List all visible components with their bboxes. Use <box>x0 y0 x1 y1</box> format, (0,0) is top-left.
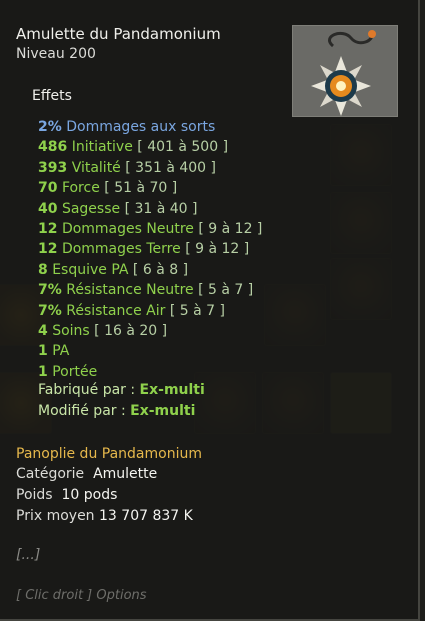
category-row: Catégorie Amulette <box>16 466 157 482</box>
modified-by-label: Modifié par : <box>38 403 126 419</box>
effect-name: Portée <box>52 363 98 380</box>
weight-label: Poids <box>16 487 53 503</box>
category-label: Catégorie <box>16 466 85 482</box>
effect-range: [ 16 à 20 ] <box>94 322 168 339</box>
item-tooltip: Amulette du Pandamonium Niveau 200 Effet… <box>0 0 420 621</box>
effect-name: Sagesse <box>61 200 121 217</box>
effect-range: [ 351 à 400 ] <box>125 159 216 176</box>
category-value: Amulette <box>93 466 158 482</box>
effect-value: 4 <box>38 322 48 339</box>
effect-value: 393 <box>38 159 68 176</box>
effect-range: [ 6 à 8 ] <box>132 261 189 278</box>
effect-range: [ 5 à 7 ] <box>198 282 254 299</box>
effect-row: 4 Soins [ 16 à 20 ] <box>38 321 262 341</box>
crafted-by-value: Ex-multi <box>139 382 205 398</box>
price-row: Prix moyen 13 707 837 K <box>16 508 193 524</box>
item-level: Niveau 200 <box>16 46 96 62</box>
effect-value: 8 <box>38 261 48 278</box>
effect-value: 486 <box>38 139 68 156</box>
effect-row: 7% Résistance Neutre [ 5 à 7 ] <box>38 280 262 300</box>
effect-value: 7% <box>38 282 62 299</box>
crafted-by: Fabriqué par : Ex-multi <box>38 382 205 398</box>
effect-row: 486 Initiative [ 401 à 500 ] <box>38 137 262 157</box>
effect-row: 7% Résistance Air [ 5 à 7 ] <box>38 301 262 321</box>
effect-row: 2% Dommages aux sorts <box>38 117 262 137</box>
effect-name: Dommages Terre <box>61 241 181 258</box>
effect-value: 1 <box>38 343 48 360</box>
price-value: 13 707 837 K <box>99 508 193 524</box>
effect-value: 70 <box>38 180 58 197</box>
effect-name: Dommages Neutre <box>61 220 194 237</box>
effect-row: 70 Force [ 51 à 70 ] <box>38 178 262 198</box>
effect-value: 1 <box>38 363 48 380</box>
price-label: Prix moyen <box>16 508 95 524</box>
right-click-hint: [ Clic droit ] Options <box>16 588 147 603</box>
modified-by: Modifié par : Ex-multi <box>38 403 195 419</box>
effect-row: 8 Esquive PA [ 6 à 8 ] <box>38 260 262 280</box>
effect-name: Vitalité <box>71 159 121 176</box>
effect-name: Force <box>61 180 100 197</box>
effect-value: 12 <box>38 220 58 237</box>
effect-range: [ 9 à 12 ] <box>198 220 263 237</box>
crafted-by-label: Fabriqué par : <box>38 382 136 398</box>
effect-value: 2% <box>38 119 62 135</box>
effect-range: [ 401 à 500 ] <box>137 139 229 156</box>
effect-value: 40 <box>38 200 58 217</box>
effect-name: Résistance Neutre <box>66 282 194 299</box>
item-set-name: Panoplie du Pandamonium <box>16 446 202 462</box>
modified-by-value: Ex-multi <box>130 403 196 419</box>
effects-list: 2% Dommages aux sorts 486 Initiative [ 40… <box>38 117 262 382</box>
effect-range: [ 51 à 70 ] <box>104 180 178 197</box>
effect-row: 1 PA <box>38 341 262 361</box>
effect-range: [ 31 à 40 ] <box>124 200 198 217</box>
weight-value: 10 pods <box>61 487 118 503</box>
effect-name: Dommages aux sorts <box>66 119 216 135</box>
effect-name: Initiative <box>71 139 133 156</box>
effect-value: 12 <box>38 241 58 258</box>
spiked-amulet-icon <box>292 25 398 117</box>
effect-value: 7% <box>38 302 62 319</box>
effect-row: 12 Dommages Terre [ 9 à 12 ] <box>38 239 262 259</box>
effect-name: Résistance Air <box>66 302 166 319</box>
weight-row: Poids 10 pods <box>16 487 117 503</box>
effect-row: 393 Vitalité [ 351 à 400 ] <box>38 158 262 178</box>
effect-range: [ 9 à 12 ] <box>185 241 250 258</box>
effect-name: Soins <box>52 322 90 339</box>
effect-range: [ 5 à 7 ] <box>169 302 225 319</box>
effect-name: Esquive PA <box>52 261 129 278</box>
effect-row: 1 Portée <box>38 362 262 382</box>
item-name: Amulette du Pandamonium <box>16 25 221 43</box>
effect-row: 40 Sagesse [ 31 à 40 ] <box>38 199 262 219</box>
effect-name: PA <box>52 343 70 360</box>
effect-row: 12 Dommages Neutre [ 9 à 12 ] <box>38 219 262 239</box>
more-ellipsis: [...] <box>16 547 41 563</box>
effects-header: Effets <box>32 88 72 104</box>
